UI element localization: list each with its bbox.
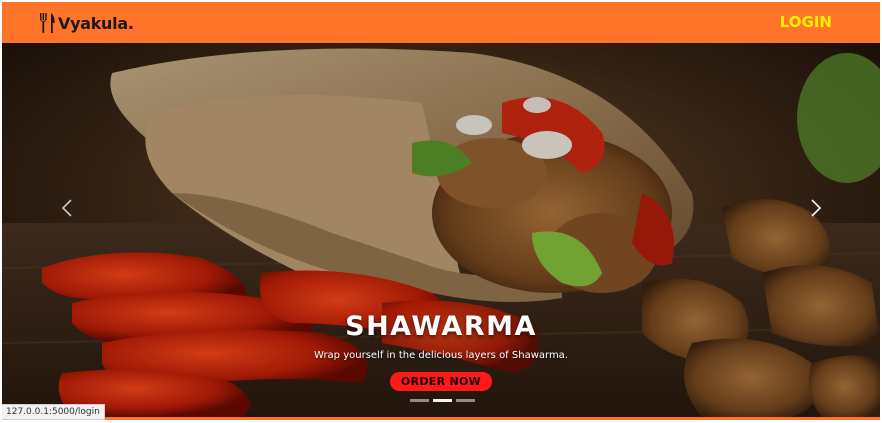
fork-knife-icon <box>40 13 55 33</box>
carousel-indicator-2[interactable] <box>433 399 452 402</box>
brand-logo[interactable]: Vyakula. <box>38 12 134 34</box>
chevron-left-icon <box>61 199 72 217</box>
carousel-next-button[interactable] <box>801 193 831 223</box>
slide-title: SHAWARMA <box>345 311 537 342</box>
slide-caption: SHAWARMA Wrap yourself in the delicious … <box>2 311 880 391</box>
brand-name: Vyakula. <box>58 13 134 33</box>
bottom-accent-strip <box>2 417 880 420</box>
carousel-indicators <box>410 399 475 402</box>
chevron-right-icon <box>811 199 822 217</box>
browser-status-url: 127.0.0.1:5000/login <box>2 404 105 420</box>
carousel-indicator-1[interactable] <box>410 399 429 402</box>
carousel-prev-button[interactable] <box>52 193 82 223</box>
order-now-button[interactable]: ORDER NOW <box>389 372 493 391</box>
slide-subtitle: Wrap yourself in the delicious layers of… <box>314 350 568 361</box>
top-navbar: Vyakula. LOGIN <box>2 2 880 43</box>
carousel-indicator-3[interactable] <box>456 399 475 402</box>
hero-carousel: SHAWARMA Wrap yourself in the delicious … <box>2 43 880 417</box>
login-link[interactable]: LOGIN <box>780 13 832 31</box>
